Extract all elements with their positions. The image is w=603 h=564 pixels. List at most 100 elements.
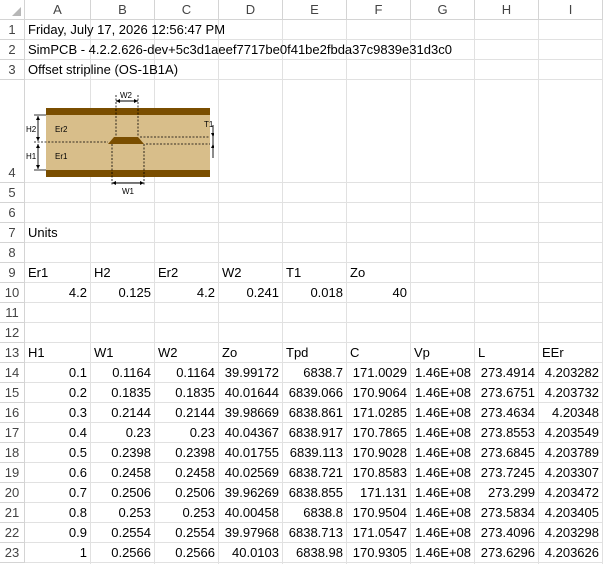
row-header-4[interactable]: 4	[0, 80, 25, 183]
table-cell[interactable]: 39.96269	[219, 483, 282, 502]
table-cell[interactable]: 39.99172	[219, 363, 282, 382]
table-cell[interactable]: 6838.7	[283, 363, 346, 382]
table-cell[interactable]: 40.04367	[219, 423, 282, 442]
table-cell[interactable]: 1.46E+08	[411, 523, 474, 542]
table-cell[interactable]: 273.6296	[475, 543, 538, 562]
cell-a2[interactable]: SimPCB - 4.2.2.626-dev+5c3d1aeef7717be0f…	[25, 40, 452, 59]
row-header-12[interactable]: 12	[0, 323, 25, 343]
table-cell[interactable]: 273.8553	[475, 423, 538, 442]
cell-a3[interactable]: Offset stripline (OS-1B1A)	[25, 60, 178, 79]
table-cell[interactable]: 0.2144	[91, 403, 154, 422]
table-cell[interactable]: 273.4914	[475, 363, 538, 382]
table-cell[interactable]: 4.203732	[539, 383, 602, 402]
table-cell[interactable]: 40.01755	[219, 443, 282, 462]
table-cell[interactable]: 273.6751	[475, 383, 538, 402]
table-cell[interactable]: 0.23	[155, 423, 218, 442]
table-cell[interactable]: 0.2458	[155, 463, 218, 482]
table-cell[interactable]: 0.1	[25, 363, 90, 382]
table-cell[interactable]: 1.46E+08	[411, 423, 474, 442]
table-cell[interactable]: 6838.713	[283, 523, 346, 542]
table-header[interactable]: L	[475, 343, 538, 362]
table-cell[interactable]: 0.2566	[155, 543, 218, 562]
table-cell[interactable]: 6838.917	[283, 423, 346, 442]
select-all-button[interactable]	[0, 0, 25, 20]
table-cell[interactable]: 170.9064	[347, 383, 410, 402]
column-header-c[interactable]: C	[155, 0, 219, 20]
row-header-7[interactable]: 7	[0, 223, 25, 243]
table-cell[interactable]: 0.2506	[91, 483, 154, 502]
column-header-d[interactable]: D	[219, 0, 283, 20]
column-header-h[interactable]: H	[475, 0, 539, 20]
row-header-16[interactable]: 16	[0, 403, 25, 423]
table-cell[interactable]: 4.203282	[539, 363, 602, 382]
cell-a1[interactable]: Friday, July 17, 2026 12:56:47 PM	[25, 20, 225, 39]
table-cell[interactable]: 273.7245	[475, 463, 538, 482]
row-header-3[interactable]: 3	[0, 60, 25, 80]
table-cell[interactable]: 171.0547	[347, 523, 410, 542]
table-cell[interactable]: 170.7865	[347, 423, 410, 442]
param-value[interactable]: 0.125	[91, 283, 154, 302]
column-header-b[interactable]: B	[91, 0, 155, 20]
column-header-i[interactable]: I	[539, 0, 603, 20]
row-header-9[interactable]: 9	[0, 263, 25, 283]
table-cell[interactable]: 170.8583	[347, 463, 410, 482]
row-header-10[interactable]: 10	[0, 283, 25, 303]
table-cell[interactable]: 39.97968	[219, 523, 282, 542]
table-cell[interactable]: 0.2144	[155, 403, 218, 422]
table-cell[interactable]: 1.46E+08	[411, 503, 474, 522]
row-header-1[interactable]: 1	[0, 20, 25, 40]
table-cell[interactable]: 40.01644	[219, 383, 282, 402]
table-cell[interactable]: 0.5	[25, 443, 90, 462]
row-header-15[interactable]: 15	[0, 383, 25, 403]
table-cell[interactable]: 0.2	[25, 383, 90, 402]
table-cell[interactable]: 4.203626	[539, 543, 602, 562]
row-header-23[interactable]: 23	[0, 543, 25, 563]
table-cell[interactable]: 1.46E+08	[411, 363, 474, 382]
table-header[interactable]: C	[347, 343, 410, 362]
param-value[interactable]: 40	[347, 283, 410, 302]
param-header[interactable]: Zo	[347, 263, 410, 282]
table-cell[interactable]: 0.3	[25, 403, 90, 422]
param-header[interactable]: W2	[219, 263, 282, 282]
table-cell[interactable]: 4.203298	[539, 523, 602, 542]
param-header[interactable]: Er2	[155, 263, 218, 282]
param-header[interactable]: Er1	[25, 263, 90, 282]
table-cell[interactable]: 6838.855	[283, 483, 346, 502]
table-cell[interactable]: 0.1835	[91, 383, 154, 402]
table-cell[interactable]: 0.2506	[155, 483, 218, 502]
table-cell[interactable]: 40.00458	[219, 503, 282, 522]
row-header-6[interactable]: 6	[0, 203, 25, 223]
table-header[interactable]: W2	[155, 343, 218, 362]
table-cell[interactable]: 171.0285	[347, 403, 410, 422]
table-cell[interactable]: 0.6	[25, 463, 90, 482]
table-cell[interactable]: 4.203549	[539, 423, 602, 442]
table-cell[interactable]: 171.0029	[347, 363, 410, 382]
table-cell[interactable]: 273.5834	[475, 503, 538, 522]
table-header[interactable]: EEr	[539, 343, 602, 362]
row-header-17[interactable]: 17	[0, 423, 25, 443]
table-cell[interactable]: 0.9	[25, 523, 90, 542]
table-cell[interactable]: 4.203405	[539, 503, 602, 522]
table-cell[interactable]: 1.46E+08	[411, 463, 474, 482]
cell-a7[interactable]: Units	[25, 223, 90, 242]
table-cell[interactable]: 39.98669	[219, 403, 282, 422]
table-cell[interactable]: 1	[25, 543, 90, 562]
row-header-18[interactable]: 18	[0, 443, 25, 463]
table-cell[interactable]: 273.4096	[475, 523, 538, 542]
column-header-g[interactable]: G	[411, 0, 475, 20]
table-header[interactable]: Tpd	[283, 343, 346, 362]
table-cell[interactable]: 1.46E+08	[411, 443, 474, 462]
table-cell[interactable]: 0.8	[25, 503, 90, 522]
table-cell[interactable]: 0.2458	[91, 463, 154, 482]
table-cell[interactable]: 0.4	[25, 423, 90, 442]
table-cell[interactable]: 4.203307	[539, 463, 602, 482]
table-cell[interactable]: 0.2554	[155, 523, 218, 542]
table-cell[interactable]: 6838.721	[283, 463, 346, 482]
row-header-2[interactable]: 2	[0, 40, 25, 60]
table-cell[interactable]: 170.9028	[347, 443, 410, 462]
row-header-20[interactable]: 20	[0, 483, 25, 503]
param-value[interactable]: 4.2	[155, 283, 218, 302]
table-cell[interactable]: 6838.98	[283, 543, 346, 562]
row-header-14[interactable]: 14	[0, 363, 25, 383]
table-cell[interactable]: 0.1835	[155, 383, 218, 402]
